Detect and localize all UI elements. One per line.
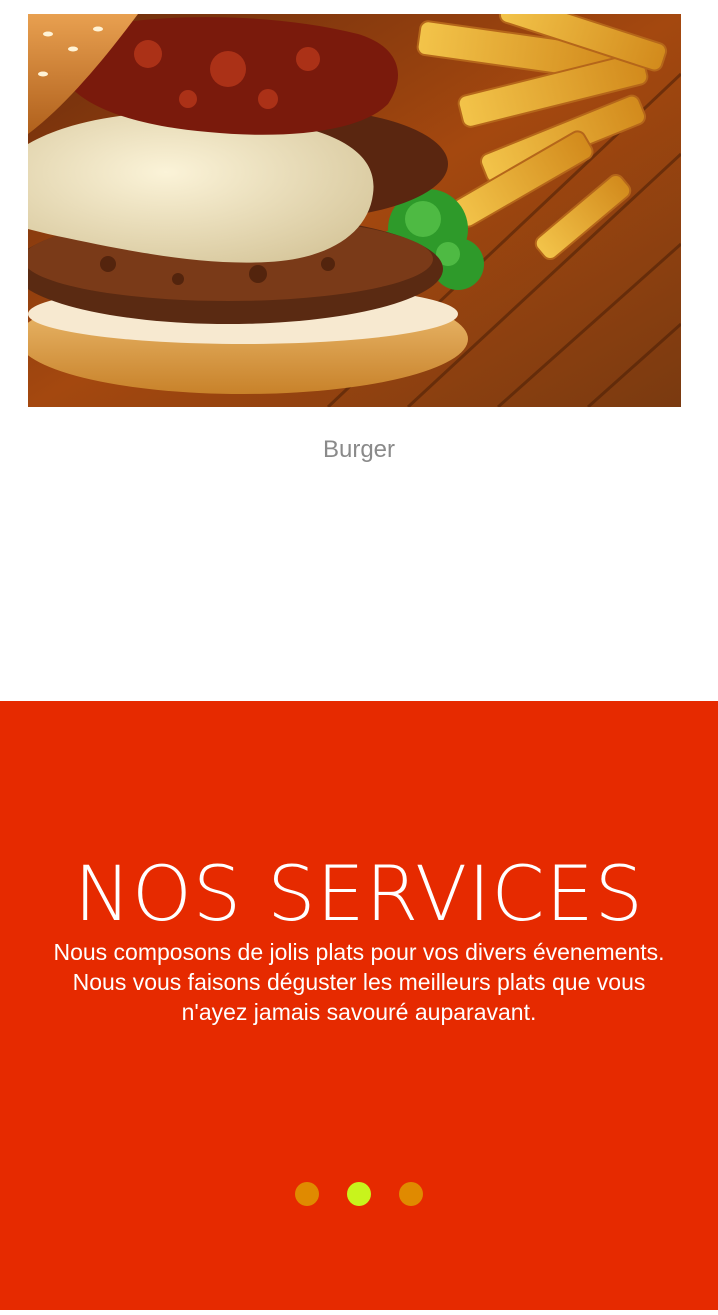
pagination-dot-1[interactable]	[295, 1182, 319, 1206]
image-caption: Burger	[322, 436, 396, 463]
services-section: NOS SERVICES Nous composons de jolis pla…	[0, 701, 718, 1310]
bottom-divider	[0, 1310, 718, 1315]
gallery-section: Burger	[0, 0, 718, 701]
pagination-dot-2-active[interactable]	[347, 1182, 371, 1206]
burger-image[interactable]	[28, 14, 681, 407]
app-screen: Burger NOS SERVICES Nous composons de jo…	[0, 0, 718, 1315]
services-title: NOS SERVICES	[74, 849, 644, 938]
pagination-dot-3[interactable]	[399, 1182, 423, 1206]
carousel-pagination	[0, 1182, 718, 1208]
services-description: Nous composons de jolis plats pour vos d…	[53, 939, 665, 1025]
